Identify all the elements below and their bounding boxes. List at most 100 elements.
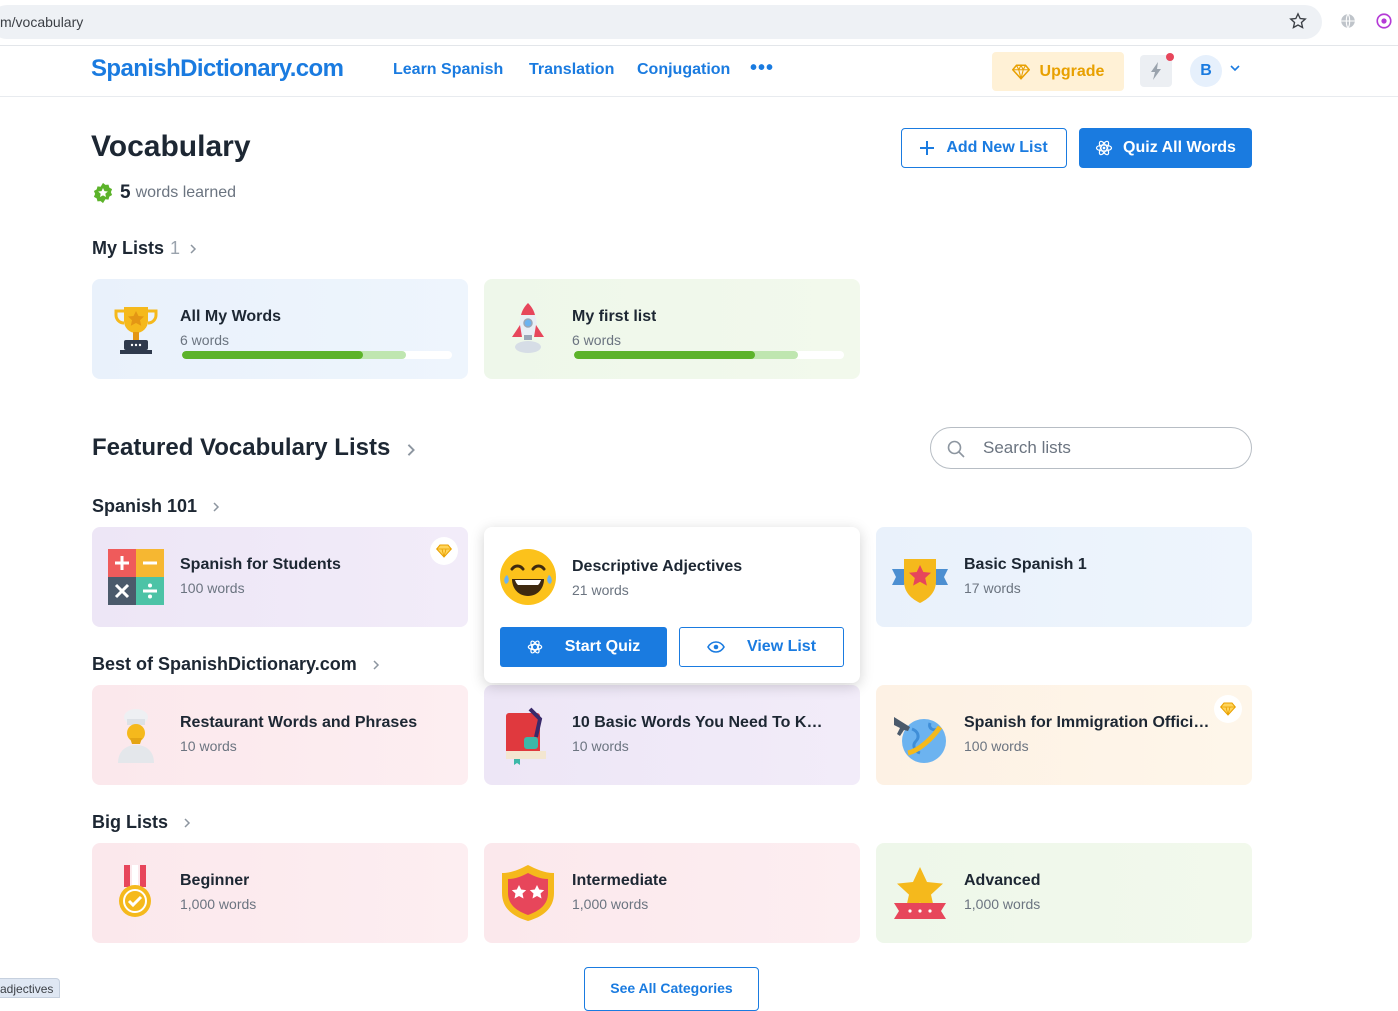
see-all-categories-button[interactable]: See All Categories bbox=[584, 967, 759, 1011]
search-icon bbox=[947, 440, 965, 458]
site-logo[interactable]: SpanishDictionary.com bbox=[91, 55, 344, 83]
list-card-title: 10 Basic Words You Need To Know bbox=[572, 714, 824, 731]
list-card-title: Beginner bbox=[180, 872, 250, 889]
add-new-list-label: Add New List bbox=[946, 139, 1048, 156]
notification-dot bbox=[1166, 53, 1174, 61]
list-card-beginner[interactable]: Beginner 1,000 words bbox=[92, 843, 468, 943]
nav-learn-spanish[interactable]: Learn Spanish bbox=[393, 61, 503, 79]
list-card-10-basic-words[interactable]: 10 Basic Words You Need To Know 10 words bbox=[484, 685, 860, 785]
list-card-title: Spanish for Students bbox=[180, 556, 341, 573]
premium-diamond-icon bbox=[430, 537, 458, 565]
list-card-title: All My Words bbox=[180, 308, 282, 325]
plane-globe-icon bbox=[894, 717, 946, 763]
featured-lists-title: Featured Vocabulary Lists bbox=[92, 434, 391, 461]
laughing-emoji-icon bbox=[500, 549, 556, 605]
progress-mastered bbox=[574, 351, 755, 359]
search-lists-field[interactable] bbox=[930, 427, 1252, 469]
bookmark-star-icon[interactable] bbox=[1287, 10, 1309, 32]
big-lists-heading[interactable]: Big Lists bbox=[92, 812, 194, 833]
list-card-spanish-for-immigration[interactable]: Spanish for Immigration Offici… 100 word… bbox=[876, 685, 1252, 785]
star-shield-icon bbox=[892, 559, 948, 603]
list-card-restaurant-words[interactable]: Restaurant Words and Phrases 10 words bbox=[92, 685, 468, 785]
nav-conjugation[interactable]: Conjugation bbox=[637, 61, 730, 79]
upgrade-label: Upgrade bbox=[1039, 62, 1105, 80]
spanish-101-title: Spanish 101 bbox=[92, 496, 198, 516]
list-card-word-count: 1,000 words bbox=[572, 896, 649, 912]
trophy-icon bbox=[114, 307, 158, 354]
list-card-word-count: 1,000 words bbox=[964, 896, 1041, 912]
big-lists-title: Big Lists bbox=[92, 812, 169, 832]
list-progress-bar bbox=[182, 351, 452, 359]
page-title: Vocabulary bbox=[91, 130, 251, 163]
list-progress-bar bbox=[574, 351, 844, 359]
chevron-right-icon bbox=[373, 659, 379, 670]
list-card-title: Descriptive Adjectives bbox=[572, 558, 743, 575]
list-card-title: Basic Spanish 1 bbox=[964, 556, 1087, 573]
globe-extension-icon[interactable] bbox=[1337, 10, 1359, 32]
list-card-spanish-for-students[interactable]: Spanish for Students 100 words bbox=[92, 527, 468, 627]
words-learned-count: 5 bbox=[120, 182, 131, 203]
chef-icon bbox=[118, 709, 154, 763]
browser-toolbar: m/vocabulary bbox=[0, 0, 1398, 46]
premium-diamond-icon bbox=[1214, 695, 1242, 723]
list-card-title: Spanish for Immigration Offici… bbox=[964, 714, 1210, 731]
list-card-basic-spanish-1[interactable]: Basic Spanish 1 17 words bbox=[876, 527, 1252, 627]
featured-lists-heading[interactable]: Featured Vocabulary Lists bbox=[92, 434, 420, 462]
list-card-my-first-list[interactable]: My first list 6 words bbox=[484, 279, 860, 379]
eye-icon bbox=[707, 641, 725, 653]
my-lists-count: 1 bbox=[170, 238, 181, 258]
extension-icon[interactable] bbox=[1373, 10, 1395, 32]
list-card-descriptive-adjectives[interactable]: Descriptive Adjectives 21 words Start Qu… bbox=[484, 527, 860, 683]
list-card-word-count: 10 words bbox=[180, 738, 237, 754]
math-symbols-icon bbox=[108, 549, 164, 605]
upgrade-button[interactable]: Upgrade bbox=[992, 52, 1124, 91]
rocket-icon bbox=[512, 303, 544, 353]
quiz-all-words-label: Quiz All Words bbox=[1123, 139, 1236, 156]
search-input[interactable] bbox=[981, 436, 1231, 460]
view-list-button[interactable]: View List bbox=[679, 627, 844, 667]
words-learned-label: words learned bbox=[135, 184, 237, 201]
list-card-title: Advanced bbox=[964, 872, 1041, 889]
list-card-all-my-words[interactable]: All My Words 6 words bbox=[92, 279, 468, 379]
star-ribbon-icon bbox=[894, 867, 946, 919]
list-card-intermediate[interactable]: Intermediate 1,000 words bbox=[484, 843, 860, 943]
my-lists-heading[interactable]: My Lists 1 bbox=[92, 238, 200, 259]
chevron-right-icon bbox=[190, 243, 197, 254]
spanish-101-heading[interactable]: Spanish 101 bbox=[92, 496, 223, 517]
list-card-word-count: 21 words bbox=[572, 582, 629, 598]
book-ink-icon bbox=[506, 707, 546, 765]
link-status-tooltip: adjectives bbox=[0, 978, 61, 998]
list-card-title: Intermediate bbox=[572, 872, 668, 889]
diamond-icon bbox=[1011, 63, 1030, 80]
start-quiz-button[interactable]: Start Quiz bbox=[500, 627, 667, 667]
add-new-list-button[interactable]: Add New List bbox=[901, 128, 1067, 168]
best-of-heading[interactable]: Best of SpanishDictionary.com bbox=[92, 654, 383, 675]
chevron-right-icon bbox=[213, 501, 220, 512]
list-card-word-count: 6 words bbox=[572, 332, 622, 348]
list-card-advanced[interactable]: Advanced 1,000 words bbox=[876, 843, 1252, 943]
lightning-icon bbox=[1151, 62, 1161, 80]
chevron-down-icon[interactable] bbox=[1228, 61, 1242, 75]
quiz-all-words-button[interactable]: Quiz All Words bbox=[1079, 128, 1252, 168]
words-learned: 5 words learned bbox=[92, 182, 236, 204]
nav-translation[interactable]: Translation bbox=[529, 61, 614, 79]
list-card-title: My first list bbox=[572, 308, 657, 325]
list-card-word-count: 100 words bbox=[964, 738, 1029, 754]
site-header: SpanishDictionary.com Learn Spanish Tran… bbox=[0, 47, 1398, 97]
avatar[interactable]: B bbox=[1190, 55, 1222, 87]
list-card-word-count: 6 words bbox=[180, 332, 230, 348]
list-card-word-count: 1,000 words bbox=[180, 896, 257, 912]
badge-star-icon bbox=[93, 182, 113, 204]
more-menu-icon[interactable]: ••• bbox=[750, 57, 774, 80]
list-card-word-count: 10 words bbox=[572, 738, 629, 754]
atom-icon bbox=[527, 640, 542, 654]
progress-mastered bbox=[182, 351, 363, 359]
view-list-label: View List bbox=[746, 638, 817, 655]
address-bar[interactable]: m/vocabulary bbox=[0, 5, 1322, 39]
chevron-right-icon bbox=[184, 817, 191, 828]
list-card-word-count: 100 words bbox=[180, 580, 245, 596]
list-card-word-count: 17 words bbox=[964, 580, 1021, 596]
url-text: m/vocabulary bbox=[0, 14, 84, 30]
plus-icon bbox=[920, 141, 935, 155]
my-lists-title: My Lists bbox=[92, 238, 165, 258]
